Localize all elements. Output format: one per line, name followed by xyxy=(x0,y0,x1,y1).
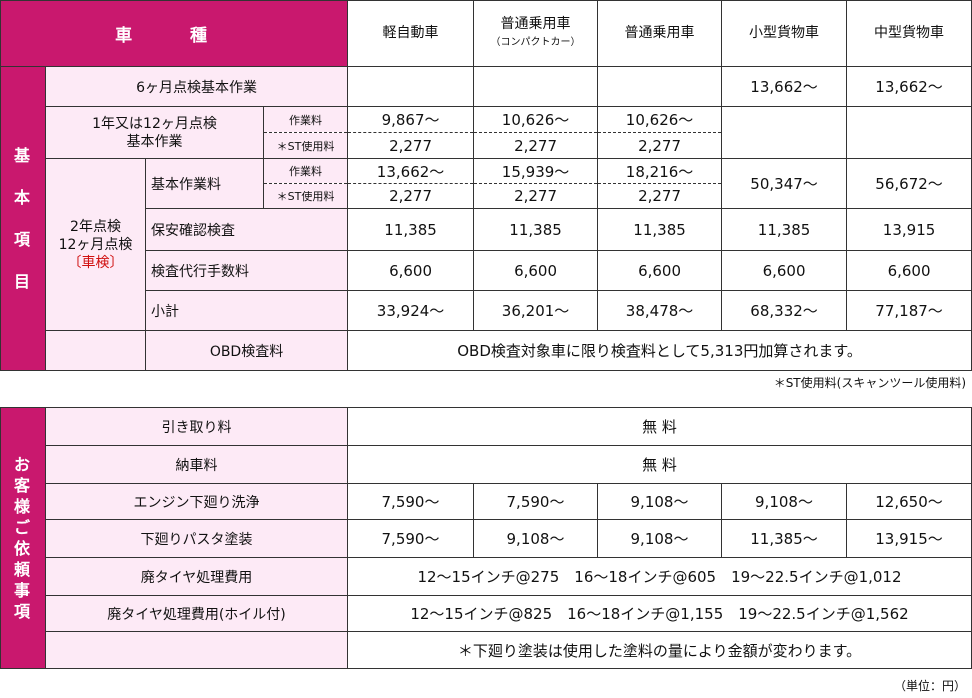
empty-cell xyxy=(45,631,348,669)
cell xyxy=(473,66,599,107)
tire-wheel-disposal-value: 12〜15インチ@825 16〜18インチ@1,155 19〜22.5インチ@1… xyxy=(347,595,972,632)
cell: 50,347〜 xyxy=(721,158,848,209)
subtotal-label: 小計 xyxy=(144,290,349,331)
cell: 9,108〜 xyxy=(597,483,722,520)
cell: 77,187〜 xyxy=(846,290,972,331)
pickup-value: 無 料 xyxy=(347,407,972,446)
shaken-red-label: 〔車検〕 xyxy=(67,254,124,271)
row-6m-label: 6ヶ月点検基本作業 xyxy=(44,66,349,107)
work-fee-label: 作業料 xyxy=(262,106,349,133)
cell: 38,478〜 xyxy=(597,290,723,331)
cell: 18,216〜 xyxy=(597,158,723,184)
cell: 11,385 xyxy=(721,208,848,251)
cell: 11,385 xyxy=(473,208,599,251)
cell: 7,590〜 xyxy=(473,483,598,520)
cell: 2,277 xyxy=(473,183,599,209)
cell: 9,108〜 xyxy=(473,519,598,558)
cell: 33,924〜 xyxy=(347,290,475,331)
row-12m-label: 1年又は12ヶ月点検 基本作業 xyxy=(45,106,264,159)
st-fee-note: ＊ST使用料(スキャンツール使用料) xyxy=(773,376,966,390)
cell: 6,600 xyxy=(597,250,723,291)
cell: 10,626〜 xyxy=(473,106,599,133)
work-fee-label: 作業料 xyxy=(262,158,349,184)
basic-items-side-label: 基本項目 xyxy=(0,66,46,371)
col-header-compact: 普通乗用車 （コンパクトカー） xyxy=(473,0,599,67)
col-header-kei: 軽自動車 xyxy=(347,0,475,67)
shaken-label: 2年点検 12ヶ月点検 〔車検〕 xyxy=(45,158,146,331)
tire-wheel-disposal-label: 廃タイヤ処理費用(ホイル付) xyxy=(45,595,348,632)
cell: 13,915 xyxy=(846,208,972,251)
cell: 12,650〜 xyxy=(846,483,972,520)
tire-disposal-label: 廃タイヤ処理費用 xyxy=(45,557,348,596)
cell: 2,277 xyxy=(347,183,475,209)
cell: 13,662〜 xyxy=(347,158,475,184)
cell: 2,277 xyxy=(347,132,475,159)
tire-disposal-value: 12〜15インチ@275 16〜18インチ@605 19〜22.5インチ@1,0… xyxy=(347,557,972,596)
delivery-label: 納車料 xyxy=(45,445,348,484)
cell: 13,915〜 xyxy=(846,519,972,558)
cell: 9,867〜 xyxy=(347,106,475,133)
cell: 6,600 xyxy=(846,250,972,291)
safety-check-label: 保安確認検査 xyxy=(144,208,349,251)
cell: 7,590〜 xyxy=(347,519,474,558)
st-fee-label: ＊ST使用料 xyxy=(262,183,349,209)
empty-cell xyxy=(45,330,146,371)
basic-items-table: 車 種 軽自動車 普通乗用車 （コンパクトカー） 普通乗用車 小型貨物車 中型貨物… xyxy=(0,0,972,371)
cell: 2,277 xyxy=(473,132,599,159)
cell: 9,108〜 xyxy=(597,519,722,558)
customer-request-table: お客様ご依頼事項 引き取り料 無 料 納車料 無 料 エンジン下廻り洗浄 7,5… xyxy=(0,407,972,669)
cell: 11,385〜 xyxy=(721,519,847,558)
st-fee-label: ＊ST使用料 xyxy=(262,132,349,159)
cell: 15,939〜 xyxy=(473,158,599,184)
vehicle-type-header: 車 種 xyxy=(0,0,349,67)
empty-cell xyxy=(721,106,848,159)
agency-fee-label: 検査代行手数料 xyxy=(144,250,349,291)
basic-work-label: 基本作業料 xyxy=(145,158,264,209)
cell: 10,626〜 xyxy=(597,106,723,133)
cell: 68,332〜 xyxy=(721,290,848,331)
cell: 36,201〜 xyxy=(473,290,599,331)
cell: 2,277 xyxy=(597,183,723,209)
obd-text: OBD検査対象車に限り検査料として5,313円加算されます。 xyxy=(347,330,972,371)
customer-request-side-label: お客様ご依頼事項 xyxy=(0,407,46,669)
cell xyxy=(597,66,723,107)
cell: 7,590〜 xyxy=(347,483,474,520)
cell: 13,662〜 xyxy=(846,66,972,107)
engine-wash-label: エンジン下廻り洗浄 xyxy=(45,483,348,520)
col-header-passenger: 普通乗用車 xyxy=(597,0,723,67)
cell: 6,600 xyxy=(721,250,848,291)
cell: 11,385 xyxy=(347,208,475,251)
underbody-paint-label: 下廻りパスタ塗装 xyxy=(45,519,348,558)
cell: 6,600 xyxy=(347,250,475,291)
delivery-value: 無 料 xyxy=(347,445,972,484)
cell: 9,108〜 xyxy=(721,483,847,520)
obd-label: OBD検査料 xyxy=(144,330,349,371)
cell: 13,662〜 xyxy=(721,66,848,107)
cell: 2,277 xyxy=(597,132,723,159)
paint-note: ＊下廻り塗装は使用した塗料の量により金額が変わります。 xyxy=(347,631,972,669)
pickup-label: 引き取り料 xyxy=(45,407,348,446)
col-header-medium-truck: 中型貨物車 xyxy=(846,0,972,67)
cell xyxy=(347,66,475,107)
cell: 11,385 xyxy=(597,208,723,251)
empty-cell xyxy=(846,106,972,159)
cell: 56,672〜 xyxy=(846,158,972,209)
col-header-small-truck: 小型貨物車 xyxy=(721,0,848,67)
unit-note: （単位：円） xyxy=(893,679,966,693)
cell: 6,600 xyxy=(473,250,599,291)
